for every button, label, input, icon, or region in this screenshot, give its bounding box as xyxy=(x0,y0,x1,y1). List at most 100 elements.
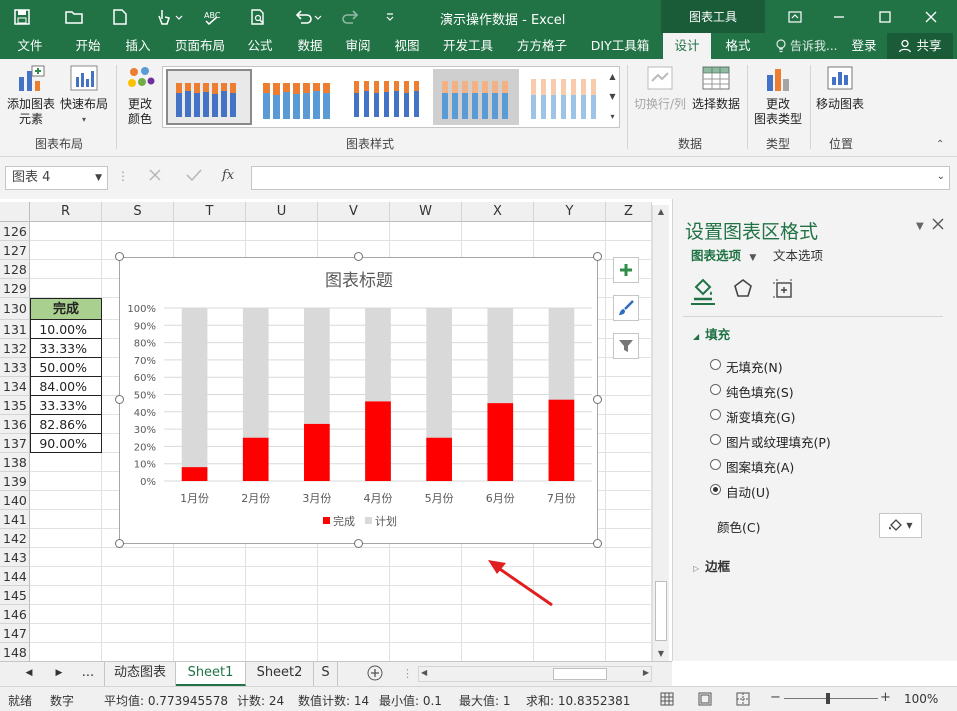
zoom-slider[interactable] xyxy=(784,693,878,704)
tell-me-box[interactable]: 告诉我... xyxy=(775,33,843,59)
grid-cell[interactable] xyxy=(30,567,102,586)
fill-section-header[interactable]: ◢ 填充 xyxy=(693,324,730,343)
table-value-cell[interactable]: 82.86% xyxy=(30,415,102,434)
resize-handle[interactable] xyxy=(354,539,363,548)
fill-option-label[interactable]: 无填充(N) xyxy=(726,357,783,376)
grid-cell[interactable] xyxy=(390,567,462,586)
grid-cell[interactable] xyxy=(318,222,390,241)
grid-cell[interactable] xyxy=(318,567,390,586)
grid-cell[interactable] xyxy=(606,548,652,567)
tab-diy-toolbox[interactable]: DIY工具箱 xyxy=(584,33,656,59)
table-value-cell[interactable]: 84.00% xyxy=(30,377,102,396)
grid-cell[interactable] xyxy=(174,643,246,661)
row-header[interactable]: 136 xyxy=(0,415,30,434)
scroll-thumb[interactable] xyxy=(655,581,667,641)
status-min[interactable]: 最小值: 0.1 xyxy=(379,692,442,709)
grid-cell[interactable] xyxy=(30,624,102,643)
status-count[interactable]: 计数: 24 xyxy=(237,692,284,709)
new-sheet-button[interactable] xyxy=(360,662,390,686)
fill-radio[interactable] xyxy=(710,409,721,420)
row-header[interactable]: 144 xyxy=(0,567,30,586)
customize-toolbar-icon[interactable] xyxy=(380,0,400,33)
scroll-down-icon[interactable]: ▼ xyxy=(653,647,669,661)
grid-cell[interactable] xyxy=(30,548,102,567)
grid-cell[interactable] xyxy=(390,624,462,643)
grid-cell[interactable] xyxy=(102,586,174,605)
grid-cell[interactable] xyxy=(246,222,318,241)
hscroll-left-icon[interactable]: ◀ xyxy=(421,668,427,677)
column-header[interactable]: R xyxy=(30,202,102,222)
print-preview-icon[interactable] xyxy=(246,0,270,33)
select-all-corner[interactable] xyxy=(0,202,30,222)
grid-cell[interactable] xyxy=(606,605,652,624)
effects-tab-icon[interactable] xyxy=(731,277,755,304)
tab-page-layout[interactable]: 页面布局 xyxy=(168,33,232,59)
tab-developer[interactable]: 开发工具 xyxy=(436,33,500,59)
tab-home[interactable]: 开始 xyxy=(66,33,110,59)
chart-style-5[interactable] xyxy=(521,69,607,125)
row-header[interactable]: 137 xyxy=(0,434,30,453)
grid-cell[interactable] xyxy=(390,643,462,661)
fill-radio[interactable] xyxy=(710,384,721,395)
chart-style-3[interactable] xyxy=(344,69,430,125)
tab-chart-options[interactable]: 图表选项 ▼ xyxy=(691,245,756,264)
column-header[interactable]: Z xyxy=(606,202,652,222)
row-header[interactable]: 143 xyxy=(0,548,30,567)
resize-handle[interactable] xyxy=(354,252,363,261)
row-header[interactable]: 135 xyxy=(0,396,30,415)
grid-cell[interactable] xyxy=(174,624,246,643)
grid-cell[interactable] xyxy=(30,241,102,260)
maximize-icon[interactable] xyxy=(863,0,907,33)
grid-cell[interactable] xyxy=(462,643,534,661)
grid-cell[interactable] xyxy=(534,643,606,661)
resize-handle[interactable] xyxy=(593,395,602,404)
chart-elements-button[interactable] xyxy=(613,257,639,283)
fill-radio[interactable] xyxy=(710,459,721,470)
grid-cell[interactable] xyxy=(390,586,462,605)
grid-cell[interactable] xyxy=(102,643,174,661)
grid-cell[interactable] xyxy=(606,453,652,472)
close-window-icon[interactable] xyxy=(909,0,953,33)
grid-cell[interactable] xyxy=(30,643,102,661)
row-header[interactable]: 145 xyxy=(0,586,30,605)
row-header[interactable]: 130 xyxy=(0,298,30,320)
tab-data[interactable]: 数据 xyxy=(290,33,330,59)
fill-radio[interactable] xyxy=(710,484,721,495)
table-header-cell[interactable]: 完成 xyxy=(30,298,102,320)
sheet-tab-dynamic-chart[interactable]: 动态图表 xyxy=(104,662,176,686)
open-folder-icon[interactable] xyxy=(62,0,86,33)
minimize-icon[interactable] xyxy=(817,0,861,33)
hscroll-right-icon[interactable]: ▶ xyxy=(643,668,649,677)
column-header[interactable]: X xyxy=(462,202,534,222)
row-header[interactable]: 134 xyxy=(0,377,30,396)
grid-cell[interactable] xyxy=(246,586,318,605)
grid-cell[interactable] xyxy=(606,377,652,396)
row-header[interactable]: 139 xyxy=(0,472,30,491)
fill-option-label[interactable]: 图案填充(A) xyxy=(726,457,794,476)
grid-cell[interactable] xyxy=(102,222,174,241)
change-colors-button[interactable]: 更改 颜色 xyxy=(120,63,160,127)
grid-cell[interactable] xyxy=(462,222,534,241)
gallery-scroll[interactable]: ▲ ▼ ▾ xyxy=(606,66,620,128)
tab-formulas[interactable]: 公式 xyxy=(240,33,280,59)
fill-option-label[interactable]: 渐变填充(G) xyxy=(726,407,795,426)
row-header[interactable]: 138 xyxy=(0,453,30,472)
column-header[interactable]: U xyxy=(246,202,318,222)
row-header[interactable]: 127 xyxy=(0,241,30,260)
sheet-tab-sheet1[interactable]: Sheet1 xyxy=(176,662,246,686)
scroll-up-icon[interactable]: ▲ xyxy=(653,205,669,219)
row-header[interactable]: 133 xyxy=(0,358,30,377)
new-file-icon[interactable] xyxy=(108,0,132,33)
tab-design[interactable]: 设计 xyxy=(663,33,711,59)
grid-cell[interactable] xyxy=(318,605,390,624)
row-header[interactable]: 141 xyxy=(0,510,30,529)
page-break-view-icon[interactable] xyxy=(736,692,750,709)
chart-style-4[interactable] xyxy=(433,69,519,125)
grid-cell[interactable] xyxy=(606,567,652,586)
grid-cell[interactable] xyxy=(606,643,652,661)
row-header[interactable]: 140 xyxy=(0,491,30,510)
table-value-cell[interactable]: 33.33% xyxy=(30,396,102,415)
status-max[interactable]: 最大值: 1 xyxy=(459,692,511,709)
resize-handle[interactable] xyxy=(115,539,124,548)
select-data-button[interactable]: 选择数据 xyxy=(690,63,742,112)
